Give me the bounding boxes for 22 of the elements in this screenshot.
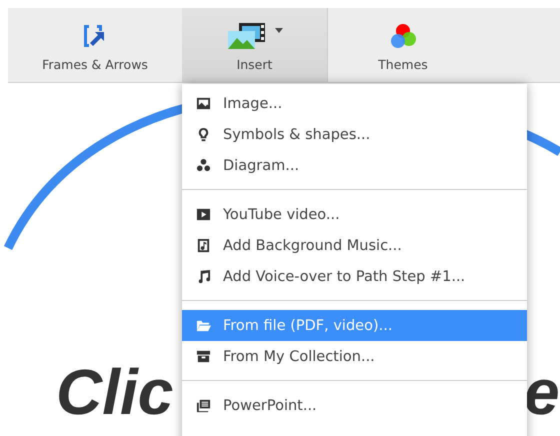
menu-item[interactable]: From My Collection... xyxy=(182,341,527,372)
bulb-icon xyxy=(196,127,211,142)
note-icon xyxy=(196,269,211,284)
music-file-icon xyxy=(196,238,211,253)
menu-item[interactable]: Add Voice-over to Path Step #1... xyxy=(182,261,527,292)
play-icon xyxy=(196,207,211,222)
archive-icon xyxy=(196,349,211,364)
menu-item[interactable]: PowerPoint... xyxy=(182,390,527,421)
slides-icon xyxy=(196,398,211,413)
menu-item[interactable]: Image... xyxy=(182,88,527,119)
menu-item[interactable]: Add Background Music... xyxy=(182,230,527,261)
image-icon xyxy=(196,96,211,111)
menu-item[interactable]: Diagram... xyxy=(182,150,527,181)
slide-title-text: e xyxy=(524,360,560,424)
menu-item[interactable]: Symbols & shapes... xyxy=(182,119,527,150)
toolbar-button[interactable]: Insert xyxy=(182,8,328,82)
picture-film-icon xyxy=(226,22,266,50)
folder-icon xyxy=(196,318,211,333)
menu-item[interactable]: YouTube video... xyxy=(182,199,527,230)
slide-title-text: Clic xyxy=(56,360,174,424)
diagram-icon xyxy=(196,158,211,173)
color-circles-icon xyxy=(389,22,417,50)
